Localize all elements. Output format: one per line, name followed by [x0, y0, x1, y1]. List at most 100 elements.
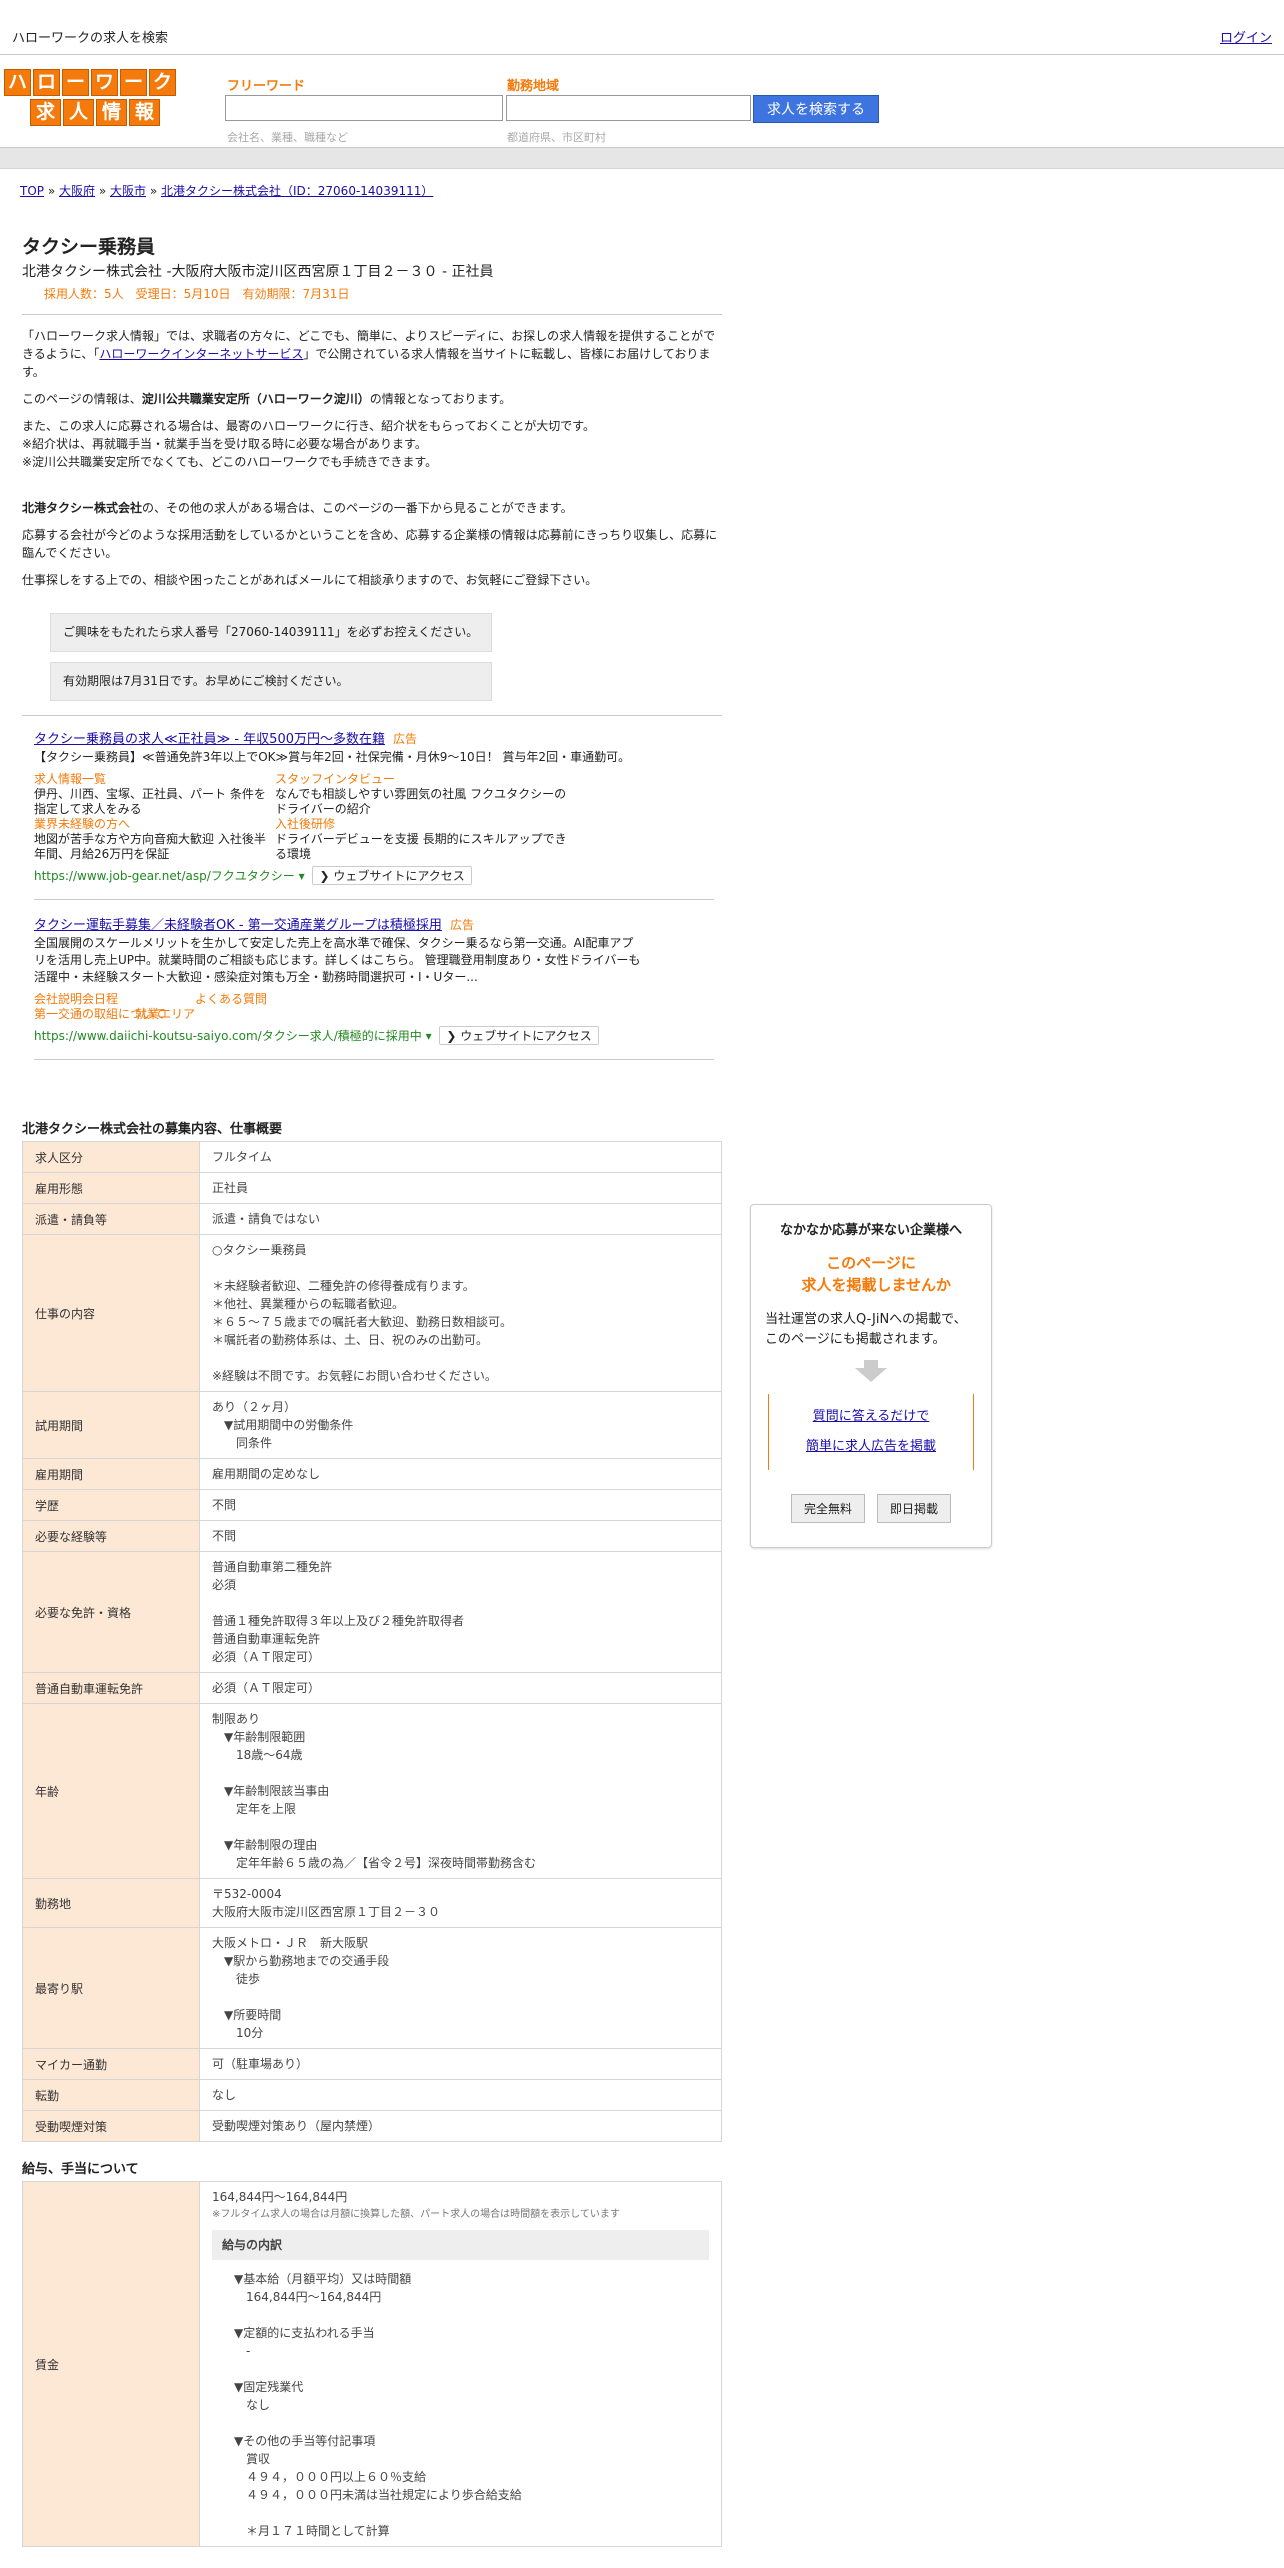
wage-line: ＊月１７１時間として計算 — [234, 2524, 390, 2538]
row-value-line: 雇用期間の定めなし — [212, 1467, 321, 1481]
search-button[interactable]: 求人を検索する — [753, 95, 879, 123]
hellowork-internet-link[interactable]: ハローワークインターネットサービス — [99, 347, 303, 361]
ad-sitelink[interactable]: 就業エリア — [135, 1007, 495, 1022]
job-number-note: ご興味をもたれたら求人番号「27060-14039111」を必ずお控えください。 — [50, 613, 492, 652]
freeword-input[interactable] — [225, 95, 503, 121]
apply-paragraph: また、この求人に応募される場合は、最寄のハローワークに行き、紹介状をもらっておく… — [22, 417, 722, 471]
visit-website-button[interactable]: ❯ ウェブサイトにアクセス — [312, 866, 472, 885]
row-key: 必要な免許・資格 — [22, 1551, 200, 1673]
wage-line — [212, 2504, 709, 2522]
freeword-label: フリーワード — [227, 79, 306, 94]
wage-range: 164,844円〜164,844円 — [212, 2190, 348, 2204]
row-value: 164,844円〜164,844円 ※フルタイム求人の場合は月額に換算した額、パ… — [199, 2181, 722, 2547]
table-row: 試用期間 あり（２ヶ月） ▼試用期間中の労働条件 同条件 — [22, 1391, 722, 1459]
promo-buttons: 完全無料 即日掲載 — [751, 1494, 991, 1523]
login-link[interactable]: ログイン — [1220, 27, 1272, 46]
ad-sitelinks: 求人情報一覧 伊丹、川西、宝塚、正社員、パート 条件を指定して求人をみる スタッフ… — [34, 772, 724, 862]
promo-description: 当社運営の求人Q-JiNへの掲載で、 このページにも掲載されます。 — [751, 1310, 991, 1350]
wage-line: - — [234, 2344, 251, 2358]
ad-tag: 広告 — [449, 918, 474, 932]
ad-sitelink[interactable]: 求人情報一覧 伊丹、川西、宝塚、正社員、パート 条件を指定して求人をみる — [34, 772, 269, 817]
row-value-line: 必須 — [212, 1578, 237, 1592]
divider-band — [0, 148, 1284, 169]
wage-table: 賃金 164,844円〜164,844円 ※フルタイム求人の場合は月額に換算した… — [22, 2181, 722, 2547]
ad-sitelink-title: 求人情報一覧 — [34, 772, 107, 786]
row-value-line: 10分 — [212, 2026, 264, 2040]
table-row: 学歴 不問 — [22, 1489, 722, 1521]
row-value-line — [212, 1594, 709, 1612]
row-value-line: 大阪府大阪市淀川区西宮原１丁目２－３０ — [212, 1905, 441, 1919]
table-row: 最寄り駅 大阪メトロ・ＪＲ 新大阪駅 ▼駅から勤務地までの交通手段 徒歩 ▼所要時… — [22, 1927, 722, 2049]
row-value: 派遣・請負ではない — [199, 1203, 722, 1235]
job-subtitle: 北港タクシー株式会社 -大阪府大阪市淀川区西宮原１丁目２－３０ - 正社員 — [22, 264, 494, 280]
ad-url[interactable]: https://www.daiichi-koutsu-saiyo.com/タクシ… — [34, 1029, 422, 1043]
row-value-line: 不問 — [212, 1529, 237, 1543]
row-value-line: 不問 — [212, 1498, 237, 1512]
promo-desc-line: このページにも掲載されます。 — [765, 1332, 946, 1347]
ad-sitelink[interactable]: 会社説明会日程 — [34, 992, 189, 1007]
row-value: あり（２ヶ月） ▼試用期間中の労働条件 同条件 — [199, 1391, 722, 1459]
row-value-line: 定年を上限 — [212, 1802, 297, 1816]
ad-url[interactable]: https://www.job-gear.net/asp/フクユタクシー — [34, 869, 295, 883]
intro-paragraph: 「ハローワーク求人情報」では、求職者の方々に、どこでも、簡単に、よりスピーディに… — [22, 327, 722, 381]
ad-sitelink[interactable]: よくある質問 — [195, 992, 495, 1007]
row-value-line: なし — [212, 2088, 237, 2102]
down-arrow-icon — [864, 1360, 878, 1368]
table-row: 転勤 なし — [22, 2079, 722, 2111]
row-value-line: 大阪メトロ・ＪＲ 新大阪駅 — [212, 1936, 369, 1950]
divider — [34, 899, 714, 900]
row-value-line: 派遣・請負ではない — [212, 1212, 321, 1226]
row-value: フルタイム — [199, 1141, 722, 1173]
row-value: 〒532-0004 大阪府大阪市淀川区西宮原１丁目２－３０ — [199, 1878, 722, 1928]
breadcrumb-top[interactable]: TOP — [20, 184, 44, 198]
source-text: このページの情報は、 — [22, 392, 142, 406]
free-badge-button[interactable]: 完全無料 — [790, 1494, 865, 1523]
logo-char: 情 — [96, 99, 127, 126]
breadcrumb-company[interactable]: 北港タクシー株式会社（ID：27060-14039111） — [161, 184, 433, 198]
divider — [34, 1059, 714, 1060]
employer-promo: なかなか応募が来ない企業様へ このページに 求人を掲載しませんか 当社運営の求人… — [750, 1204, 992, 1548]
ad-title-link[interactable]: タクシー乗務員の求人≪正社員≫ - 年収500万円～多数在籍 — [34, 732, 385, 747]
breadcrumb-pref[interactable]: 大阪府 — [59, 184, 95, 198]
row-key: 最寄り駅 — [22, 1927, 200, 2049]
table-row: 雇用期間 雇用期間の定めなし — [22, 1458, 722, 1490]
breadcrumb-city[interactable]: 大阪市 — [110, 184, 146, 198]
ad-block: タクシー乗務員の求人≪正社員≫ - 年収500万円～多数在籍 広告 【タクシー乗務… — [34, 728, 724, 885]
area-input[interactable] — [506, 95, 751, 121]
ad-url-row: https://www.job-gear.net/asp/フクユタクシー ▾ ❯… — [34, 866, 724, 885]
row-value-line: ＊未経験者歓迎、二種免許の修得養成有ります。 — [212, 1279, 475, 1293]
wage-line: 164,844円〜164,844円 — [234, 2290, 382, 2304]
ad-sitelink-text: 地図が苦手な方や方向音痴大歓迎 入社後半年間、月給26万円を保証 — [34, 832, 266, 861]
row-value-line: ＊嘱託者の勤務体系は、土、日、祝のみの出勤可。 — [212, 1333, 489, 1347]
company-paragraph: 北港タクシー株式会社の、その他の求人がある場合は、このページの一番下から見ること… — [22, 499, 722, 517]
ad-sitelink-title: スタッフインタビュー — [275, 772, 396, 786]
visit-website-button[interactable]: ❯ ウェブサイトにアクセス — [439, 1026, 599, 1045]
wage-line: なし — [234, 2398, 271, 2412]
promo-link-post-ad[interactable]: 簡単に求人広告を掲載 — [806, 1439, 936, 1454]
logo-char: ハ — [4, 69, 31, 96]
down-arrow-icon — [855, 1368, 887, 1382]
ad-sitelink[interactable]: 入社後研修 ドライバーデビューを支援 長期的にスキルアップできる環境 — [275, 817, 575, 862]
row-value-line: ▼試用期間中の労働条件 — [212, 1418, 354, 1432]
row-value-line — [212, 1349, 709, 1367]
divider — [22, 715, 722, 716]
promo-link-questions[interactable]: 質問に答えるだけで — [813, 1409, 930, 1424]
wage-breakdown: ▼基本給（月額平均）又は時間額 164,844円〜164,844円 ▼定額的に支払… — [212, 2270, 709, 2540]
row-key: 転勤 — [22, 2079, 200, 2111]
ad-sitelink[interactable]: 業界未経験の方へ 地図が苦手な方や方向音痴大歓迎 入社後半年間、月給26万円を保証 — [34, 817, 269, 862]
row-value-line: 普通自動車第二種免許 — [212, 1560, 333, 1574]
row-value-line: ▼年齢制限該当事由 — [212, 1784, 330, 1798]
row-value-line: ＊６５～７５歳までの嘱託者大歓迎、勤務日数相談可。 — [212, 1315, 513, 1329]
ad-sitelink[interactable]: スタッフインタビュー なんでも相談しやすい雰囲気の社風 フクユタクシーのドライバー… — [275, 772, 575, 817]
same-day-badge-button[interactable]: 即日掲載 — [877, 1494, 952, 1523]
logo-char: ク — [149, 69, 176, 96]
row-value-line: 可（駐車場あり） — [212, 2057, 309, 2071]
row-value-line: ▼年齢制限範囲 — [212, 1730, 306, 1744]
row-value-line: ▼駅から勤務地までの交通手段 — [212, 1954, 390, 1968]
area-hint: 都道府県、市区町村 — [507, 131, 606, 144]
hellowork-logo[interactable]: ハ ロ ー ワ ー ク 求 人 情 報 — [4, 69, 180, 127]
ad-title-link[interactable]: タクシー運転手募集／未経験者OK - 第一交通産業グループは積極採用 — [34, 918, 442, 933]
office-name: 淀川公共職業安定所（ハローワーク淀川） — [141, 392, 370, 406]
row-value-line: フルタイム — [212, 1150, 272, 1164]
promo-links: 質問に答えるだけで 簡単に求人広告を掲載 — [768, 1394, 974, 1470]
